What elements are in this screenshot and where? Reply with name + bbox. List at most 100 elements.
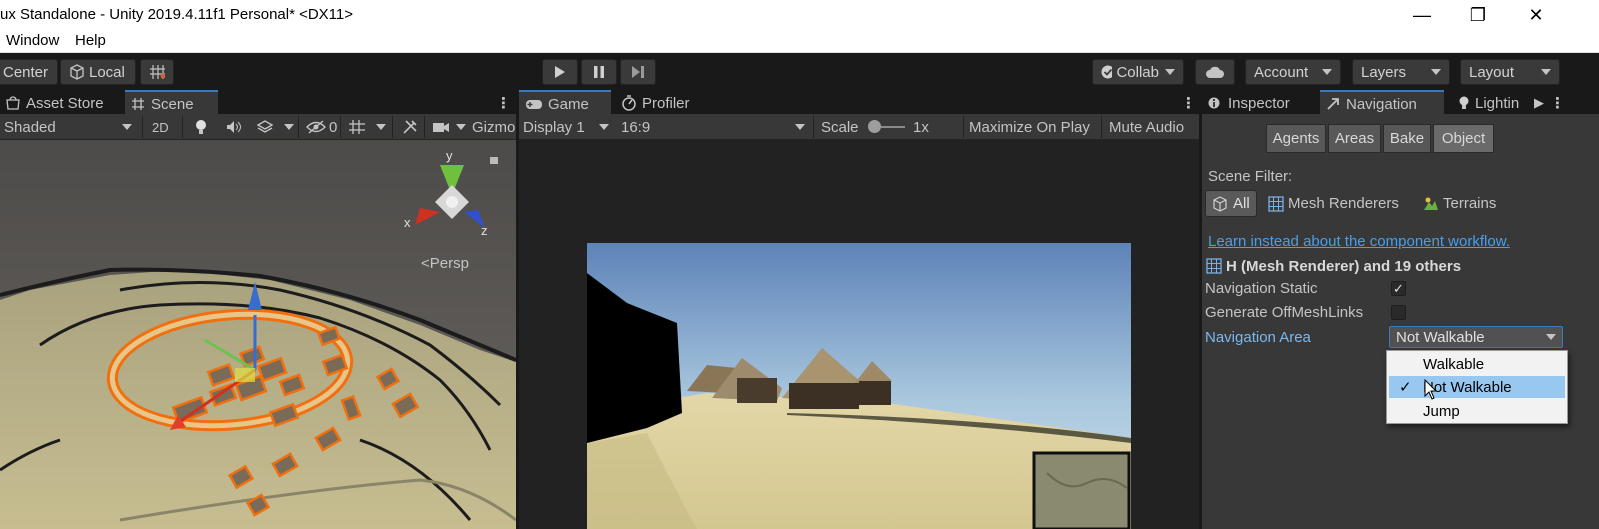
menu-help[interactable]: Help (75, 32, 106, 49)
navigation-area-dropdown[interactable]: Not Walkable (1389, 326, 1563, 348)
scale-value: 1x (913, 118, 929, 136)
mouse-cursor-icon (1424, 379, 1438, 400)
scene-tab-strip: Asset Store Scene ⋮ (0, 90, 516, 116)
gamepad-icon (526, 100, 542, 109)
scene-grid-icon (132, 98, 144, 110)
tools-button[interactable] (398, 114, 422, 140)
pivot-center-button[interactable]: Center (0, 59, 58, 85)
cube-icon (1213, 195, 1227, 212)
offmeshlinks-label: Generate OffMeshLinks (1205, 304, 1364, 321)
hidden-objects-toggle[interactable]: 0 (302, 114, 341, 140)
filter-terrains-button[interactable]: Terrains (1423, 190, 1496, 217)
tab-profiler-label: Profiler (642, 94, 690, 112)
pause-button[interactable] (581, 59, 617, 85)
nav-tab-areas[interactable]: Areas (1328, 124, 1381, 153)
step-icon (632, 66, 644, 78)
nav-tab-object[interactable]: Object (1433, 124, 1494, 153)
menu-item-not-walkable[interactable]: ✓ Not Walkable (1389, 376, 1565, 398)
chevron-down-icon (284, 124, 294, 130)
layout-dropdown[interactable]: Layout (1460, 59, 1560, 85)
offmeshlinks-checkbox[interactable] (1391, 305, 1406, 320)
nav-tab-agents[interactable]: Agents (1266, 124, 1326, 153)
scale-label: Scale (821, 118, 859, 136)
pivot-local-button[interactable]: Local (60, 59, 136, 85)
main-toolbar: Center Local Collab Account Layers Layou… (0, 54, 1599, 90)
collab-check-icon (1101, 65, 1113, 79)
gizmos-dropdown[interactable]: Gizmo (468, 114, 519, 140)
menu-bar: Window Help (0, 30, 1599, 53)
hidden-count-label: 0 (329, 118, 338, 136)
account-dropdown[interactable]: Account (1245, 59, 1341, 85)
tab-asset-store[interactable]: Asset Store (0, 90, 110, 116)
inspector-tab-strip: Inspector Navigation Lightin ▶ ⋮ (1202, 90, 1599, 116)
game-viewport[interactable] (587, 243, 1131, 529)
tools-icon (403, 120, 417, 134)
cloud-icon (1206, 66, 1224, 78)
tab-scene-label: Scene (151, 95, 194, 113)
effects-toggle[interactable] (252, 114, 298, 140)
close-button[interactable]: ✕ (1513, 0, 1559, 30)
checkmark-icon: ✓ (1399, 379, 1412, 396)
layout-label: Layout (1469, 63, 1515, 81)
persp-label[interactable]: <Persp (421, 255, 469, 272)
tab-profiler[interactable]: Profiler (615, 90, 696, 116)
play-icon (555, 66, 565, 78)
scene-viewport[interactable]: y x z <Persp (0, 140, 516, 529)
kebab-menu-icon: ⋮ (496, 95, 511, 112)
tab-inspector[interactable]: Inspector (1202, 90, 1296, 116)
shading-mode-dropdown[interactable]: Shaded (0, 114, 140, 140)
profiler-icon (622, 95, 636, 111)
scene-panel-menu[interactable]: ⋮ (490, 90, 517, 116)
local-cube-icon (70, 64, 84, 80)
navigation-static-label: Navigation Static (1205, 280, 1318, 297)
camera-icon (433, 123, 449, 132)
step-button[interactable] (620, 59, 656, 85)
collab-dropdown[interactable]: Collab (1092, 59, 1184, 85)
maximize-on-play-toggle[interactable]: Maximize On Play (965, 114, 1094, 140)
play-button[interactable] (542, 59, 578, 85)
chevron-down-icon (1322, 69, 1332, 75)
lighting-toggle[interactable] (190, 114, 212, 140)
maximize-button[interactable]: ❐ (1455, 0, 1501, 30)
tab-lighting[interactable]: Lightin (1452, 90, 1525, 116)
chevron-down-icon (1546, 334, 1556, 340)
game-panel-menu[interactable]: ⋮ (1175, 90, 1202, 116)
lock-icon[interactable] (490, 157, 498, 164)
camera-button[interactable] (428, 114, 470, 140)
chevron-down-icon (456, 124, 466, 130)
inspector-panel-menu[interactable]: ⋮ (1544, 90, 1571, 116)
axis-y-label: y (446, 148, 453, 163)
scale-slider-thumb[interactable] (868, 120, 881, 133)
game-toolbar: Display 1 16:9 Scale 1x Maximize On Play… (519, 114, 1201, 140)
pause-icon (594, 66, 604, 78)
toggle-2d-button[interactable]: 2D (148, 114, 173, 140)
nav-tab-bake[interactable]: Bake (1383, 124, 1431, 153)
component-workflow-link[interactable]: Learn instead about the component workfl… (1208, 233, 1510, 250)
chevron-down-icon (376, 124, 386, 130)
grid-toggle[interactable] (344, 114, 390, 140)
selection-label: H (Mesh Renderer) and 19 others (1226, 257, 1462, 275)
tab-scene[interactable]: Scene (125, 90, 218, 116)
minimize-icon: — (1413, 4, 1431, 25)
menu-item-jump[interactable]: Jump (1389, 400, 1565, 422)
selection-summary: H (Mesh Renderer) and 19 others (1206, 256, 1461, 276)
terrain-icon (1424, 197, 1438, 210)
display-dropdown[interactable]: Display 1 (519, 114, 613, 140)
pivot-local-label: Local (89, 63, 125, 81)
tab-game[interactable]: Game (519, 90, 611, 116)
audio-toggle[interactable] (222, 114, 246, 140)
snap-grid-button[interactable] (140, 59, 174, 85)
cloud-button[interactable] (1195, 59, 1235, 85)
filter-all-button[interactable]: All (1205, 190, 1257, 217)
layers-dropdown[interactable]: Layers (1352, 59, 1450, 85)
aspect-dropdown[interactable]: 16:9 (617, 114, 809, 140)
chevron-down-icon (122, 124, 132, 130)
mute-audio-toggle[interactable]: Mute Audio (1105, 114, 1188, 140)
tab-navigation[interactable]: Navigation (1320, 90, 1444, 116)
filter-mesh-renderers-button[interactable]: Mesh Renderers (1268, 190, 1399, 217)
navigation-static-checkbox[interactable]: ✓ (1391, 281, 1406, 296)
minimize-button[interactable]: — (1399, 0, 1445, 30)
menu-window[interactable]: Window (6, 32, 59, 49)
menu-item-walkable[interactable]: Walkable (1389, 353, 1565, 375)
game-tab-strip: Game Profiler ⋮ (519, 90, 1201, 116)
